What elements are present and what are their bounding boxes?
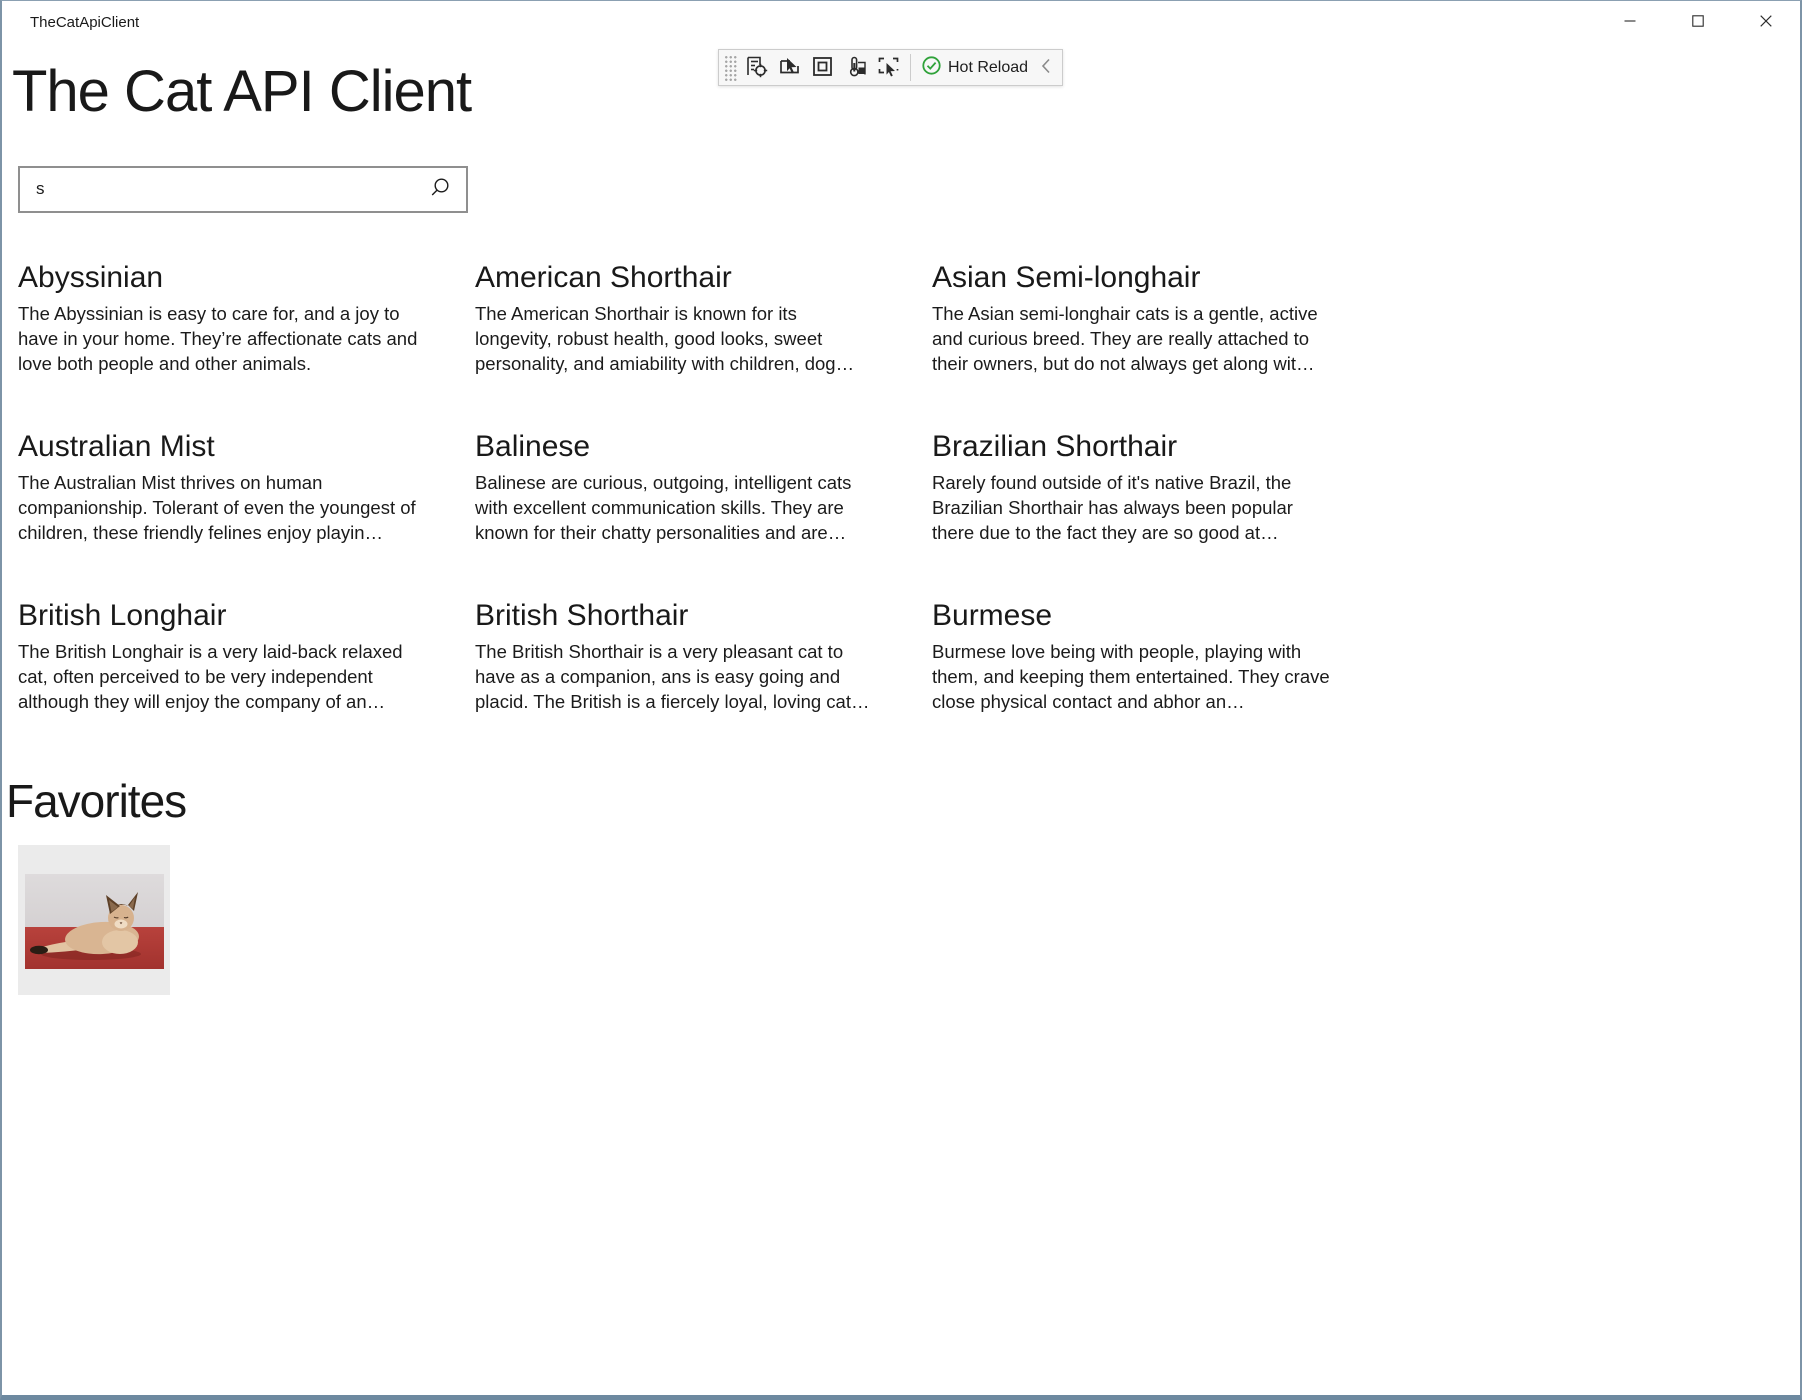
breed-card-balinese[interactable]: Balinese Balinese are curious, outgoing,…: [475, 426, 915, 545]
breed-card-burmese[interactable]: Burmese Burmese love being with people, …: [932, 595, 1372, 714]
chevron-left-icon: [1041, 58, 1051, 77]
breed-description: The British Shorthair is a very pleasant…: [475, 639, 875, 714]
breed-name: Burmese: [932, 595, 1372, 637]
breed-name: British Shorthair: [475, 595, 915, 637]
breed-description: Rarely found outside of it's native Braz…: [932, 470, 1332, 545]
enable-selection-icon: [778, 55, 801, 81]
element-under-cursor-icon: [877, 55, 900, 81]
track-focused-element-icon: [844, 55, 867, 81]
maximize-icon: [1692, 15, 1704, 30]
breed-card-australian-mist[interactable]: Australian Mist The Australian Mist thri…: [18, 426, 458, 545]
layout-adorners-icon: [811, 55, 834, 81]
hot-reload-label: Hot Reload: [948, 59, 1028, 77]
live-visual-tree-icon: [745, 55, 768, 81]
breed-card-asian-semi-longhair[interactable]: Asian Semi-longhair The Asian semi-longh…: [932, 257, 1372, 376]
breed-description: The Abyssinian is easy to care for, and …: [18, 301, 418, 376]
breed-name: Brazilian Shorthair: [932, 426, 1372, 468]
breed-name: British Longhair: [18, 595, 458, 637]
main-content: The Cat API Client Abyssinian The Abyssi…: [2, 57, 1800, 995]
breed-description: Burmese love being with people, playing …: [932, 639, 1332, 714]
vs-debug-toolbar: Hot Reload: [718, 49, 1063, 86]
breed-description: The British Longhair is a very laid-back…: [18, 639, 418, 714]
toolbar-separator: [910, 54, 911, 81]
close-icon: [1760, 15, 1772, 30]
live-visual-tree-button[interactable]: [740, 52, 773, 83]
breed-name: Australian Mist: [18, 426, 458, 468]
green-check-circle-icon: [922, 56, 941, 80]
search-button[interactable]: [422, 172, 456, 206]
enable-selection-button[interactable]: [773, 52, 806, 83]
breed-card-abyssinian[interactable]: Abyssinian The Abyssinian is easy to car…: [18, 257, 458, 376]
breed-description: The Australian Mist thrives on human com…: [18, 470, 418, 545]
maximize-button[interactable]: [1664, 1, 1732, 43]
breed-description: Balinese are curious, outgoing, intellig…: [475, 470, 875, 545]
breed-name: Asian Semi-longhair: [932, 257, 1372, 299]
track-focused-element-button[interactable]: [839, 52, 872, 83]
toolbar-collapse-button[interactable]: [1034, 52, 1058, 83]
breed-name: American Shorthair: [475, 257, 915, 299]
abyssinian-cat-photo: [25, 874, 164, 969]
minimize-icon: [1624, 15, 1636, 30]
breed-name: Abyssinian: [18, 257, 458, 299]
breed-description: The Asian semi-longhair cats is a gentle…: [932, 301, 1332, 376]
breed-card-american-shorthair[interactable]: American Shorthair The American Shorthai…: [475, 257, 915, 376]
element-under-cursor-button[interactable]: [872, 52, 905, 83]
window-title: TheCatApiClient: [2, 1, 139, 31]
minimize-button[interactable]: [1596, 1, 1664, 43]
breed-description: The American Shorthair is known for its …: [475, 301, 875, 376]
caption-buttons: [1596, 1, 1800, 43]
breed-results-grid: Abyssinian The Abyssinian is easy to car…: [18, 257, 1800, 714]
breed-card-brazilian-shorthair[interactable]: Brazilian Shorthair Rarely found outside…: [932, 426, 1372, 545]
magnifier-icon: [429, 177, 450, 201]
toolbar-grip-handle[interactable]: [723, 54, 737, 81]
breed-card-british-shorthair[interactable]: British Shorthair The British Shorthair …: [475, 595, 915, 714]
breed-card-british-longhair[interactable]: British Longhair The British Longhair is…: [18, 595, 458, 714]
search-input[interactable]: [34, 178, 422, 200]
favorite-item[interactable]: [18, 845, 170, 995]
titlebar: TheCatApiClient: [2, 1, 1800, 45]
close-button[interactable]: [1732, 1, 1800, 43]
favorites-title: Favorites: [6, 774, 1800, 829]
layout-adorners-button[interactable]: [806, 52, 839, 83]
search-box: [18, 166, 468, 213]
breed-name: Balinese: [475, 426, 915, 468]
hot-reload-button[interactable]: Hot Reload: [916, 52, 1034, 83]
